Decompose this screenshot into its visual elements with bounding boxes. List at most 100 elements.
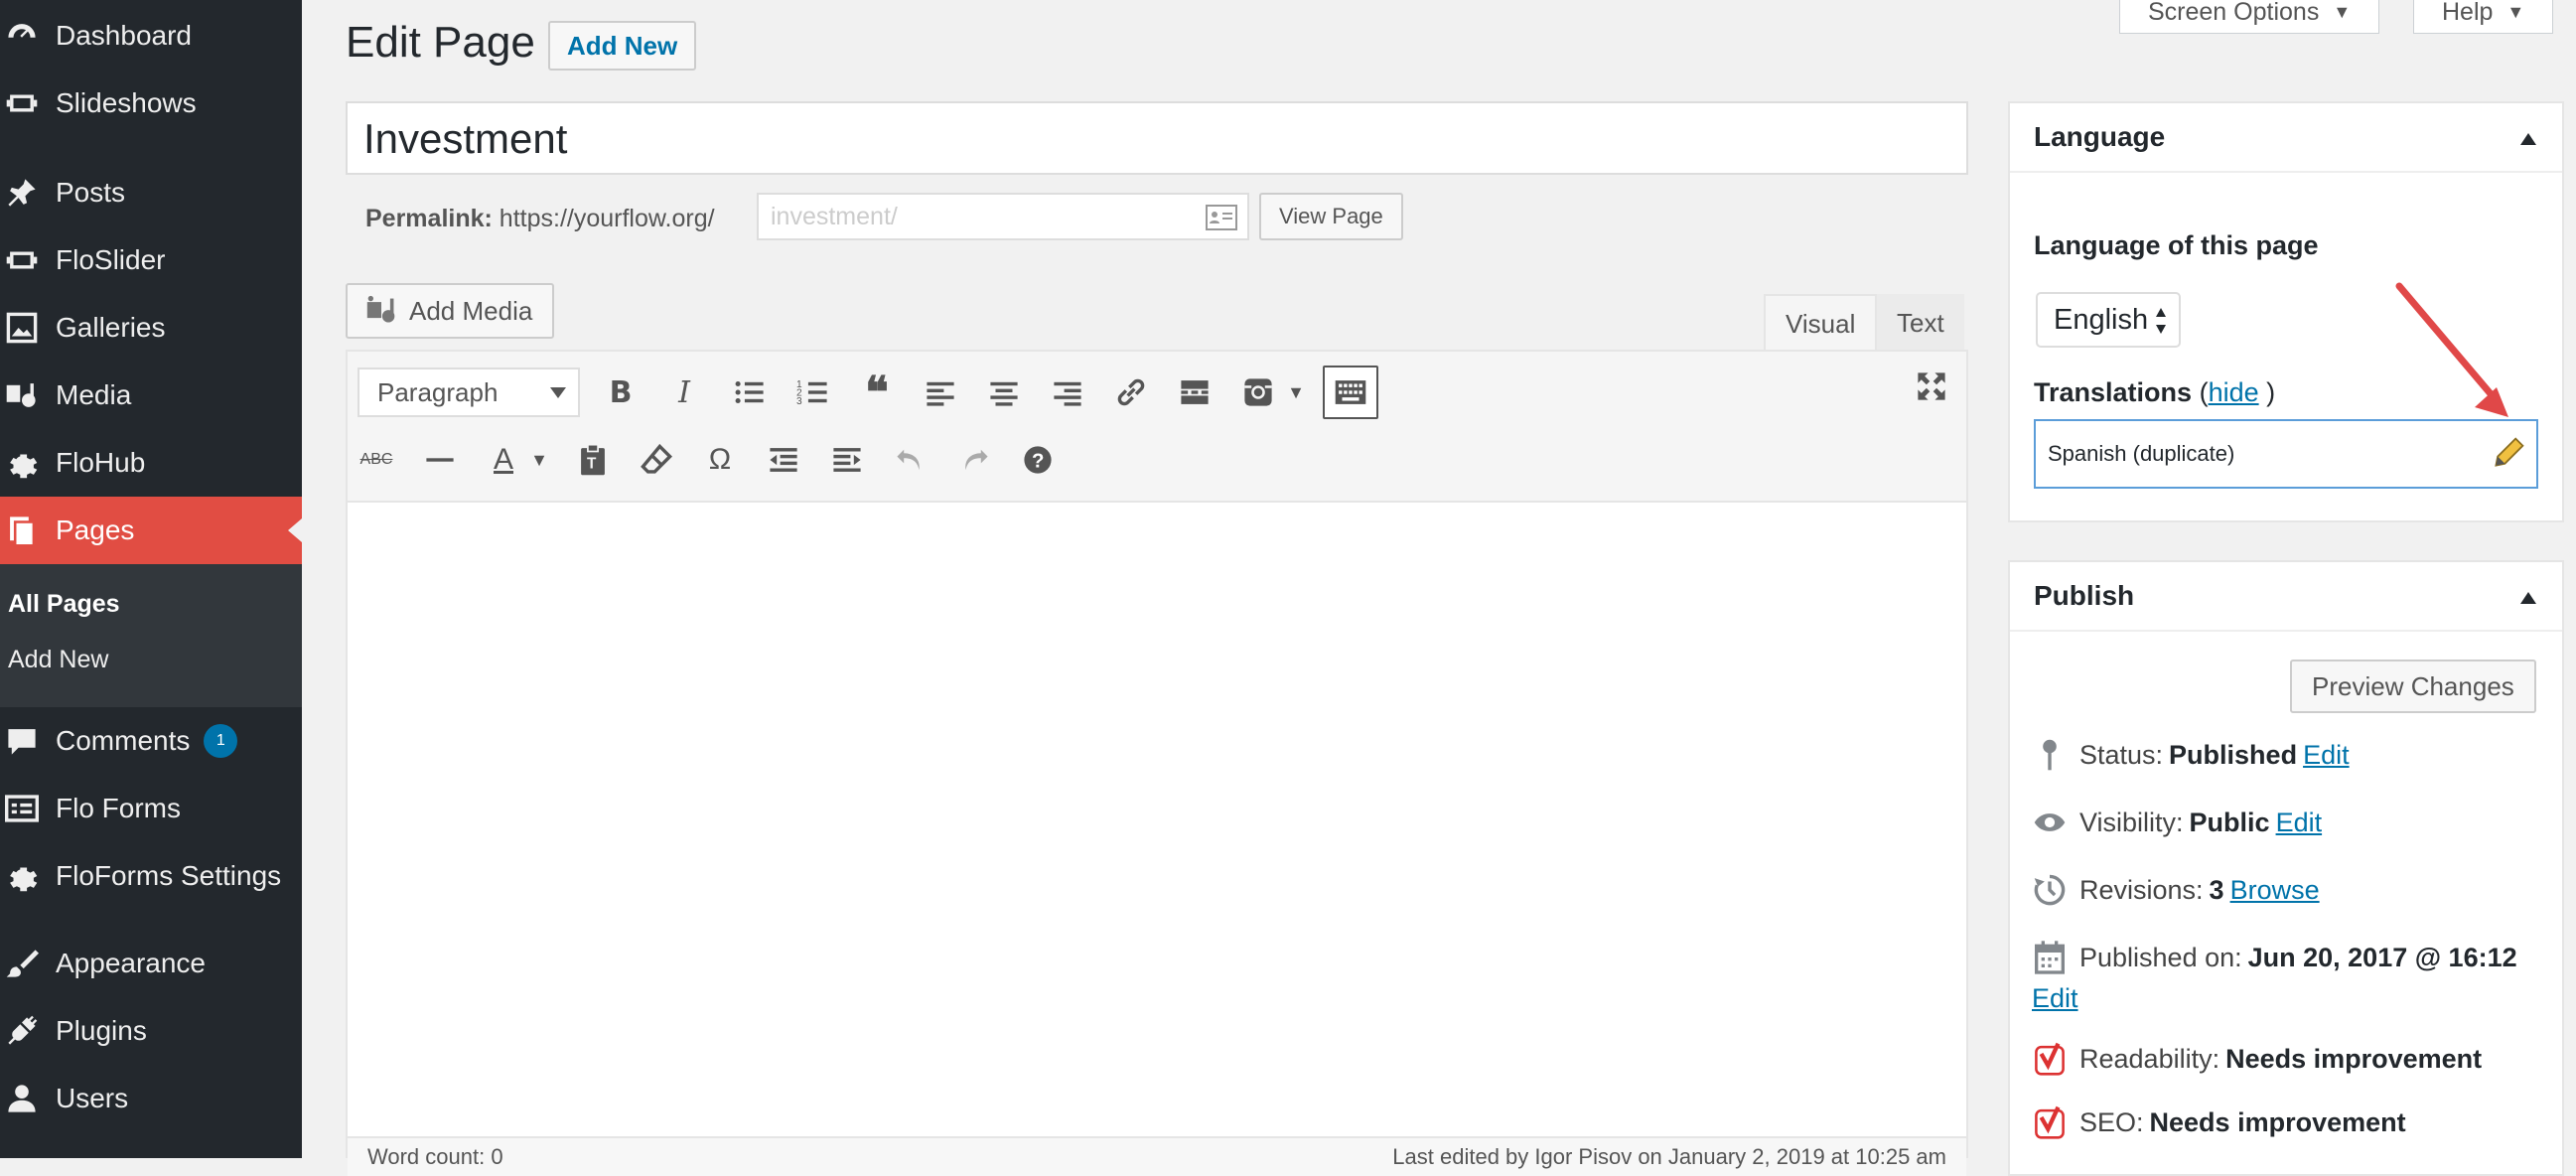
add-media-button[interactable]: Add Media <box>346 283 555 339</box>
screen-options-button[interactable]: Screen Options ▼ <box>2119 0 2380 34</box>
status-label: Status: <box>2079 739 2164 770</box>
word-count: Word count: 0 <box>367 1144 503 1169</box>
outdent-button[interactable] <box>759 435 808 485</box>
sidebar-item-slideshows[interactable]: Slideshows <box>0 70 302 137</box>
translation-field[interactable]: Spanish (duplicate) <box>2034 419 2538 489</box>
align-right-icon <box>1054 381 1081 406</box>
add-new-button[interactable]: Add New <box>548 21 697 71</box>
blockquote-button[interactable]: ❝ <box>852 368 902 417</box>
slides-icon <box>0 238 44 282</box>
sidebar-item-dashboard[interactable]: Dashboard <box>0 2 302 70</box>
special-character-button[interactable]: Ω <box>695 435 745 485</box>
numbered-list-icon: 123 <box>796 379 827 407</box>
editor-body[interactable] <box>348 503 1966 1134</box>
sidebar-item-appearance[interactable]: Appearance <box>0 930 302 997</box>
align-right-button[interactable] <box>1043 368 1092 417</box>
gear-icon <box>0 441 44 485</box>
sidebar-item-galleries[interactable]: Galleries <box>0 294 302 362</box>
help-label: Help <box>2442 0 2494 26</box>
sidebar-item-label: Dashboard <box>56 20 192 51</box>
last-edited: Last edited by Igor Pisov on January 2, … <box>1392 1144 1946 1169</box>
sidebar-item-floforms-settings[interactable]: FloForms Settings <box>0 842 302 910</box>
caret-down-icon: ▼ <box>2506 2 2525 22</box>
align-left-button[interactable] <box>916 368 965 417</box>
indent-button[interactable] <box>822 435 872 485</box>
numbered-list-button[interactable]: 123 <box>788 368 838 417</box>
read-more-button[interactable] <box>1170 368 1219 417</box>
caret-down-icon[interactable]: ▼ <box>514 435 564 485</box>
sidebar-item-comments[interactable]: Comments 1 <box>0 707 302 775</box>
caret-down-icon[interactable]: ▼ <box>1271 368 1321 417</box>
sidebar-item-plugins[interactable]: Plugins <box>0 997 302 1065</box>
pencil-icon[interactable] <box>2491 435 2526 471</box>
yoast-icon <box>2032 1104 2068 1140</box>
instagram-icon <box>1244 378 1272 406</box>
svg-text:?: ? <box>1032 451 1044 473</box>
submenu-all-pages[interactable]: All Pages <box>8 590 120 619</box>
id-card-icon[interactable] <box>1206 205 1237 230</box>
help-shortcuts-button[interactable]: ? <box>1013 435 1063 485</box>
browse-revisions-link[interactable]: Browse <box>2230 875 2320 906</box>
add-media-label: Add Media <box>409 295 533 326</box>
bullet-list-icon <box>735 380 764 404</box>
fullscreen-button[interactable] <box>1907 362 1956 411</box>
page-title: Edit Page <box>346 18 535 67</box>
tab-text[interactable]: Text <box>1877 294 1964 352</box>
eye-icon <box>2032 805 2068 840</box>
post-title-input[interactable]: Investment <box>346 101 1968 175</box>
plugin-icon <box>0 1009 44 1053</box>
publish-panel-header[interactable]: Publish <box>2010 562 2562 632</box>
preview-changes-button[interactable]: Preview Changes <box>2290 660 2536 713</box>
seo-label: SEO: <box>2079 1106 2144 1137</box>
hide-link[interactable]: hide <box>2209 377 2259 407</box>
language-value: English <box>2054 303 2149 336</box>
sidebar-item-flo-forms[interactable]: Flo Forms <box>0 775 302 842</box>
sidebar-item-pages[interactable]: Pages <box>0 497 302 564</box>
status-value: Published <box>2169 739 2298 770</box>
view-page-button[interactable]: View Page <box>1259 193 1403 240</box>
toolbar-toggle-button[interactable] <box>1323 366 1378 419</box>
published-label: Published on: <box>2079 942 2242 972</box>
horizontal-line-button[interactable] <box>415 435 465 485</box>
sidebar-item-posts[interactable]: Posts <box>0 159 302 226</box>
edit-visibility-link[interactable]: Edit <box>2276 808 2323 838</box>
sidebar-item-media[interactable]: Media <box>0 362 302 429</box>
edit-date-link[interactable]: Edit <box>2032 983 2078 1014</box>
bold-button[interactable]: B <box>596 368 645 417</box>
read-more-icon <box>1181 380 1209 404</box>
clear-formatting-button[interactable] <box>632 435 681 485</box>
language-select[interactable]: English <box>2036 292 2181 348</box>
collapse-icon[interactable] <box>2520 133 2536 145</box>
published-edit-row: Edit <box>2032 983 2078 1014</box>
format-select[interactable]: Paragraph <box>358 368 580 417</box>
paste-text-button[interactable]: T <box>568 435 618 485</box>
caret-down-icon: ▼ <box>2333 2 2352 22</box>
sidebar-item-flohub[interactable]: FloHub <box>0 429 302 497</box>
redo-button[interactable] <box>949 435 999 485</box>
help-button[interactable]: Help ▼ <box>2413 0 2554 34</box>
bullet-list-button[interactable] <box>725 368 775 417</box>
tab-visual[interactable]: Visual <box>1764 294 1878 352</box>
align-center-button[interactable] <box>979 368 1029 417</box>
outdent-icon <box>770 448 797 472</box>
sidebar-item-users[interactable]: Users <box>0 1065 302 1132</box>
insert-link-button[interactable] <box>1106 368 1156 417</box>
edit-status-link[interactable]: Edit <box>2303 740 2350 771</box>
revisions-label: Revisions: <box>2079 874 2204 905</box>
submenu-add-new[interactable]: Add New <box>8 646 108 674</box>
link-icon <box>1117 378 1145 406</box>
strikethrough-button[interactable]: ABC <box>352 435 401 485</box>
undo-button[interactable] <box>886 435 935 485</box>
undo-icon <box>897 449 920 471</box>
language-panel-header[interactable]: Language <box>2010 103 2562 173</box>
readability-label: Readability: <box>2079 1043 2220 1074</box>
italic-button[interactable]: I <box>659 368 709 417</box>
history-icon <box>2032 872 2068 908</box>
collapse-icon[interactable] <box>2520 592 2536 604</box>
align-center-icon <box>990 381 1018 406</box>
slug-input[interactable]: investment/ <box>757 193 1249 240</box>
sidebar-item-floslider[interactable]: FloSlider <box>0 226 302 294</box>
sidebar-item-label: Slideshows <box>56 87 197 118</box>
sidebar-item-label: Plugins <box>56 1015 147 1046</box>
translations-label: Translations <box>2034 377 2193 407</box>
